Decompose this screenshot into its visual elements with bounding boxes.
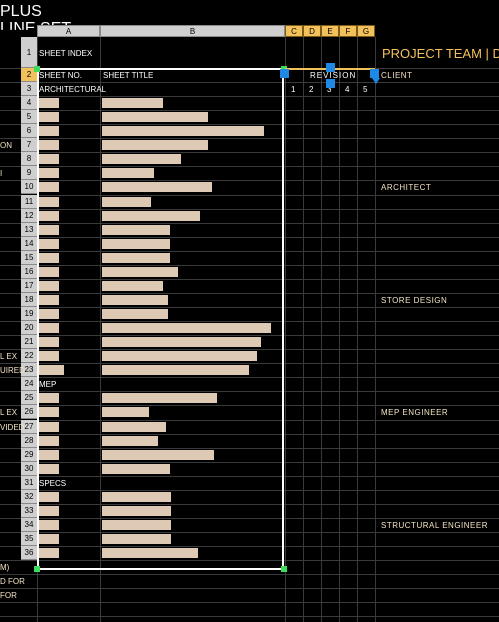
revision-number: 4 <box>345 85 350 94</box>
left-fragment: L EX <box>0 352 18 361</box>
row-header[interactable]: 20 <box>21 321 37 335</box>
left-fragment: I <box>0 169 3 178</box>
column-header-f[interactable]: F <box>339 25 357 37</box>
row-header[interactable]: 21 <box>21 335 37 349</box>
grid-row-line <box>0 588 499 589</box>
row-header[interactable]: 24 <box>21 377 37 391</box>
row-header[interactable]: 7 <box>21 138 37 152</box>
left-fragment: VIDED <box>0 423 25 432</box>
row-header[interactable]: 14 <box>21 237 37 251</box>
row-header[interactable]: 18 <box>21 293 37 307</box>
row-header[interactable]: 30 <box>21 462 37 476</box>
project-team-role: STORE DESIGN <box>381 296 448 305</box>
project-team-role: MEP ENGINEER <box>381 408 449 417</box>
row-header[interactable]: 29 <box>21 448 37 462</box>
row-header[interactable]: 4 <box>21 96 37 110</box>
row-header[interactable]: 36 <box>21 546 37 560</box>
row-header[interactable]: 19 <box>21 307 37 321</box>
row-header[interactable]: 3 <box>21 82 37 96</box>
row-header[interactable]: 28 <box>21 434 37 448</box>
left-fragment: UIRED <box>0 366 25 375</box>
row-header[interactable]: 15 <box>21 251 37 265</box>
row-header[interactable]: 22 <box>21 349 37 363</box>
grid-column-line <box>339 37 340 622</box>
selection-handle-bottom-right[interactable] <box>281 566 287 572</box>
left-fragment: ON <box>0 141 12 150</box>
drag-handle-4[interactable] <box>370 69 379 78</box>
row-header[interactable]: 6 <box>21 124 37 138</box>
row-header[interactable]: 17 <box>21 279 37 293</box>
row-header[interactable]: 8 <box>21 152 37 166</box>
row-header[interactable]: 32 <box>21 490 37 504</box>
row-header[interactable]: 31 <box>21 476 37 490</box>
revision-number: 2 <box>309 85 314 94</box>
project-team-role: ARCHITECT <box>381 183 432 192</box>
left-fragment: M) <box>0 563 10 572</box>
project-team-role: STRUCTURAL ENGINEER <box>381 521 488 530</box>
column-header-d[interactable]: D <box>303 25 321 37</box>
title-fragment-1: PLUS <box>0 3 42 20</box>
grid-column-line <box>285 37 286 622</box>
row-header[interactable]: 12 <box>21 209 37 223</box>
left-fragment: L EX <box>0 408 18 417</box>
grid-row-line <box>0 602 499 603</box>
grid-row-line <box>0 574 499 575</box>
grid-column-line <box>303 37 304 622</box>
row-header[interactable]: 5 <box>21 110 37 124</box>
row-header[interactable]: 13 <box>21 223 37 237</box>
row-header[interactable]: 25 <box>21 391 37 405</box>
grid-column-line <box>375 37 376 622</box>
column-header-c[interactable]: C <box>285 25 303 37</box>
column-header-a[interactable]: A <box>37 25 100 37</box>
selection-handle-top-left[interactable] <box>34 66 40 72</box>
sheet-index-title: SHEET INDEX <box>39 49 93 58</box>
row-header[interactable]: 34 <box>21 518 37 532</box>
revision-number: 5 <box>363 85 368 94</box>
column-header-b[interactable]: B <box>100 25 285 37</box>
row-header[interactable]: 35 <box>21 532 37 546</box>
drag-handle-2[interactable] <box>326 63 335 72</box>
row-header[interactable]: 11 <box>21 195 37 209</box>
left-fragment: D FOR <box>0 577 25 586</box>
grid-column-line <box>321 37 322 622</box>
row-header[interactable]: 10 <box>21 180 37 194</box>
row-header[interactable]: 26 <box>21 405 37 419</box>
drag-handle-1[interactable] <box>280 69 289 78</box>
grid-column-line <box>357 37 358 622</box>
row-header[interactable]: 33 <box>21 504 37 518</box>
column-header-g[interactable]: G <box>357 25 375 37</box>
row-header[interactable]: 1 <box>21 37 37 68</box>
column-header-e[interactable]: E <box>321 25 339 37</box>
drag-handle-arrow <box>372 78 380 84</box>
project-team-title: PROJECT TEAM | D <box>382 46 499 61</box>
left-fragment: FOR <box>0 591 17 600</box>
row-header[interactable]: 16 <box>21 265 37 279</box>
grid-row-line <box>0 616 499 617</box>
selection-handle-bottom-left[interactable] <box>34 566 40 572</box>
selection-range[interactable] <box>37 68 284 570</box>
revision-number: 1 <box>291 85 296 94</box>
row-header[interactable]: 9 <box>21 166 37 180</box>
drag-handle-3[interactable] <box>326 79 335 88</box>
project-team-role: CLIENT <box>381 71 413 80</box>
